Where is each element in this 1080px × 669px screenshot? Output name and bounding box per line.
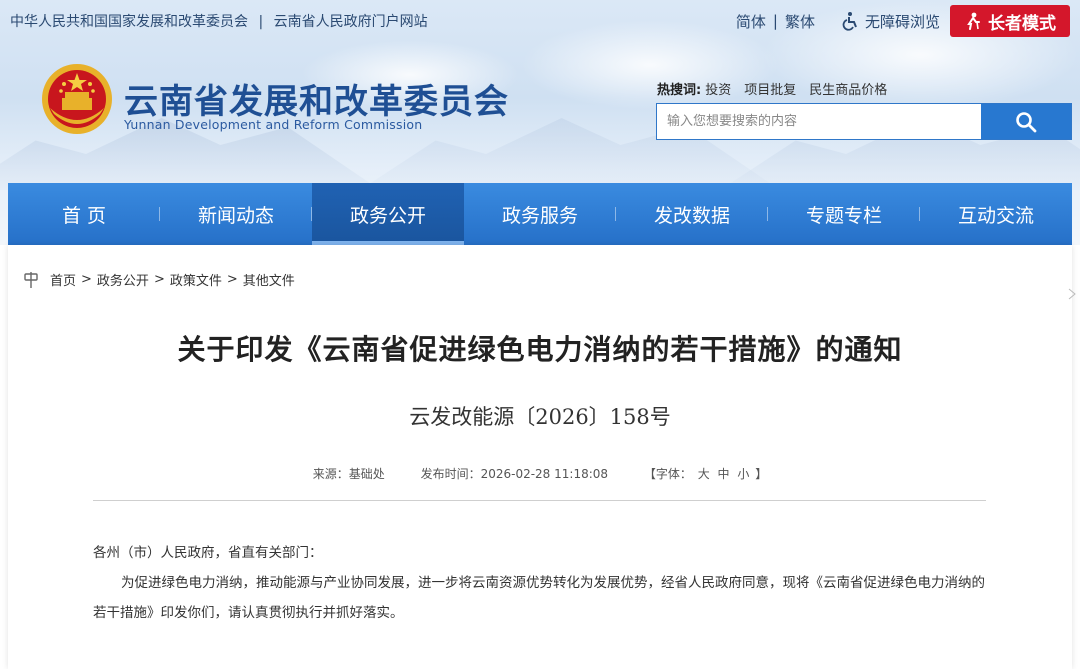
font-size-control: 【字体： 大 中 小 】 xyxy=(644,465,767,482)
accessibility-link[interactable]: 无障碍浏览 xyxy=(841,11,940,32)
main-nav: 首 页 新闻动态 政务公开 政务服务 发改数据 专题专栏 互动交流 xyxy=(8,183,1072,245)
hot-search-item[interactable]: 投资 xyxy=(705,79,731,98)
font-size-medium-button[interactable]: 中 xyxy=(718,465,730,482)
nav-item-government-affairs[interactable]: 政务公开 xyxy=(312,183,464,245)
article-body: 各州（市）人民政府，省直有关部门： 为促进绿色电力消纳，推动能源与产业协同发展，… xyxy=(93,538,993,628)
nav-item-label: 首 页 xyxy=(61,204,107,227)
breadcrumb-government-affairs[interactable]: 政务公开 xyxy=(97,270,149,289)
article-salutation: 各州（市）人民政府，省直有关部门： xyxy=(93,545,323,561)
location-pin-icon xyxy=(24,271,38,288)
article-meta: 来源：基础处 发布时间：2026-02-28 11:18:08 【字体： 大 中… xyxy=(0,465,1080,482)
link-ndrc[interactable]: 中华人民共和国国家发展和改革委员会 xyxy=(10,11,248,31)
hot-search-item[interactable]: 民生商品价格 xyxy=(809,79,887,98)
article-title: 关于印发《云南省促进绿色电力消纳的若干措施》的通知 xyxy=(177,333,903,366)
divider-line xyxy=(93,500,986,501)
breadcrumb-separator: > xyxy=(226,272,238,287)
wheelchair-icon xyxy=(842,12,857,31)
lang-separator: | xyxy=(772,12,778,30)
site-title: 云南省发展和改革委员会 xyxy=(124,82,509,122)
topbar-separator: | xyxy=(258,14,264,30)
national-emblem-icon xyxy=(42,64,112,134)
link-yunnan-gov[interactable]: 云南省人民政府门户网站 xyxy=(274,11,428,31)
breadcrumb-home[interactable]: 首页 xyxy=(50,270,76,289)
lang-simplified-link[interactable]: 简体 xyxy=(736,11,766,32)
nav-item-label: 专题专栏 xyxy=(805,204,882,227)
nav-item-data[interactable]: 发改数据 xyxy=(616,183,768,245)
search-input[interactable] xyxy=(657,104,981,139)
nav-item-services[interactable]: 政务服务 xyxy=(464,183,616,245)
document-number: 云发改能源〔2026〕158号 xyxy=(409,405,671,429)
elder-mode-button[interactable]: 长者模式 xyxy=(950,5,1070,37)
nav-item-interaction[interactable]: 互动交流 xyxy=(920,183,1072,245)
nav-item-label: 新闻动态 xyxy=(197,204,274,227)
hot-search-label: 热搜词: xyxy=(657,83,702,98)
breadcrumb-separator: > xyxy=(153,272,165,287)
breadcrumb-separator: > xyxy=(81,272,92,287)
search-icon xyxy=(1016,111,1037,132)
font-size-end: 】 xyxy=(755,467,768,481)
accessibility-label: 无障碍浏览 xyxy=(864,12,940,31)
search-box xyxy=(656,103,1072,140)
article-source: 来源：基础处 xyxy=(312,467,385,481)
elder-mode-label: 长者模式 xyxy=(988,13,1056,34)
article-publish-time: 发布时间：2026-02-28 11:18:08 xyxy=(420,467,609,481)
nav-item-home[interactable]: 首 页 xyxy=(8,183,160,245)
nav-item-label: 发改数据 xyxy=(653,204,730,227)
nav-item-label: 政务服务 xyxy=(501,204,578,227)
breadcrumb-policy-documents[interactable]: 政策文件 xyxy=(170,270,222,289)
site-subtitle: Yunnan Development and Reform Commission xyxy=(124,117,423,132)
related-sites: 中华人民共和国国家发展和改革委员会 | 云南省人民政府门户网站 xyxy=(10,11,428,31)
nav-item-label: 政务公开 xyxy=(349,204,426,227)
topbar-tools: 简体 | 繁体 无障碍浏览 长者模式 xyxy=(736,5,1070,37)
nav-item-news[interactable]: 新闻动态 xyxy=(160,183,312,245)
search-button[interactable] xyxy=(981,104,1071,139)
article-paragraph: 为促进绿色电力消纳，推动能源与产业协同发展，进一步将云南资源优势转化为发展优势，… xyxy=(93,575,985,621)
hot-search-item[interactable]: 项目批复 xyxy=(744,79,796,98)
hot-search-bar: 热搜词: 投资 项目批复 民生商品价格 xyxy=(657,79,900,98)
lang-traditional-link[interactable]: 繁体 xyxy=(785,11,815,32)
font-size-large-button[interactable]: 大 xyxy=(698,465,710,482)
font-size-label: 【字体： xyxy=(643,467,692,481)
breadcrumb-other-documents[interactable]: 其他文件 xyxy=(243,270,295,289)
breadcrumb: 首页 > 政务公开 > 政策文件 > 其他文件 xyxy=(22,270,295,289)
nav-item-label: 互动交流 xyxy=(957,204,1034,227)
elder-icon xyxy=(967,12,980,30)
font-size-small-button[interactable]: 小 xyxy=(737,465,749,482)
scroll-handle-icon xyxy=(1068,288,1076,300)
nav-item-topics[interactable]: 专题专栏 xyxy=(768,183,920,245)
